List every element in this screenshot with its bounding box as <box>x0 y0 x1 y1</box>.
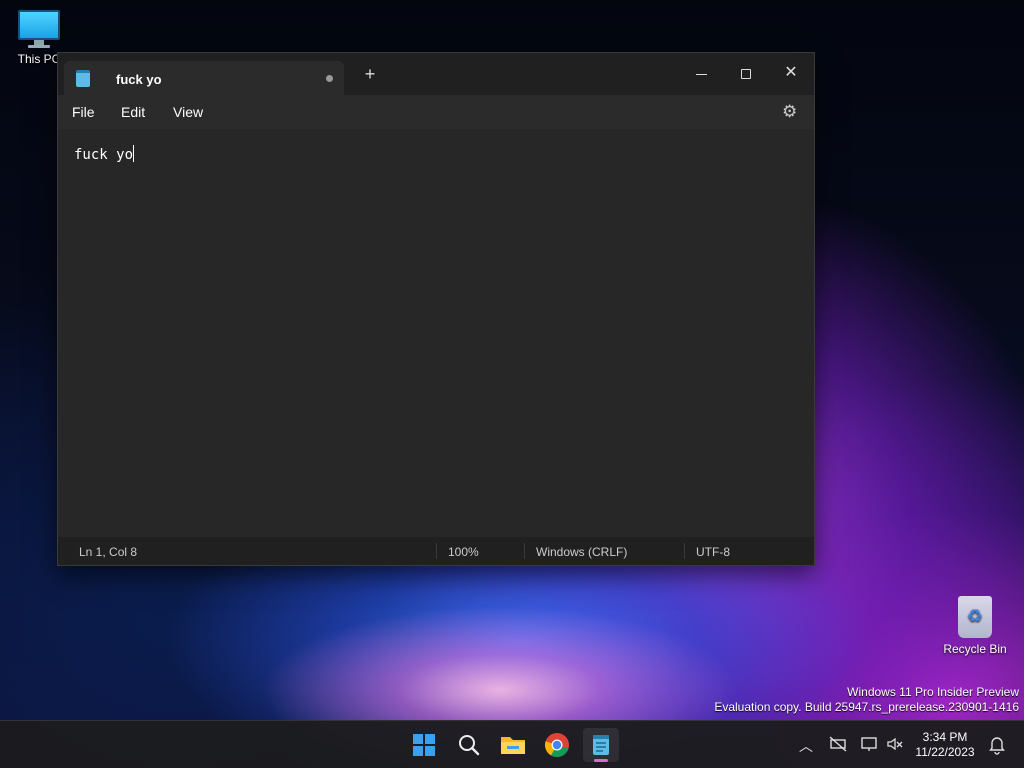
notepad-icon <box>76 70 90 87</box>
zoom-level[interactable]: 100% <box>448 545 479 559</box>
maximize-button[interactable] <box>731 59 761 87</box>
cursor-position: Ln 1, Col 8 <box>79 545 138 559</box>
minimize-button[interactable] <box>686 59 716 87</box>
status-divider <box>524 543 525 559</box>
minimize-icon <box>695 73 707 75</box>
status-divider <box>684 543 685 559</box>
menu-edit[interactable]: Edit <box>121 104 145 120</box>
volume-muted-icon[interactable] <box>885 735 905 753</box>
menu-view[interactable]: View <box>173 104 203 120</box>
search-icon <box>459 735 480 756</box>
notification-bell-icon[interactable] <box>988 735 1006 755</box>
file-explorer-icon <box>501 737 525 754</box>
text-caret <box>133 145 135 162</box>
clock-date: 11/22/2023 <box>915 745 975 759</box>
active-indicator <box>594 759 608 762</box>
recycle-bin-icon <box>958 596 992 638</box>
editor-content[interactable]: fuck yo <box>74 147 133 163</box>
close-icon: ✕ <box>784 64 798 81</box>
watermark-build: Evaluation copy. Build 25947.rs_prerelea… <box>714 700 1019 714</box>
status-bar: Ln 1, Col 8 100% Windows (CRLF) UTF-8 <box>58 537 814 565</box>
file-explorer-button[interactable] <box>495 728 531 762</box>
chrome-icon <box>545 733 569 757</box>
settings-gear-icon[interactable]: ⚙ <box>782 102 797 122</box>
notepad-icon <box>593 735 609 755</box>
title-bar[interactable]: fuck yo + ✕ <box>58 53 814 95</box>
notepad-window: fuck yo + ✕ File Edit View ⚙ fuck yo Ln … <box>57 52 815 566</box>
recycle-bin-desktop-icon[interactable]: Recycle Bin <box>940 596 1010 656</box>
clock-time: 3:34 PM <box>922 730 968 744</box>
system-clock[interactable]: 3:34 PM 11/22/2023 <box>910 730 980 760</box>
new-tab-button[interactable]: + <box>358 65 382 83</box>
text-editor[interactable]: fuck yo <box>58 129 814 537</box>
tab-title: fuck yo <box>116 72 162 87</box>
show-hidden-icons-chevron-up-icon[interactable]: ︿ <box>799 736 813 756</box>
display-icon[interactable] <box>860 735 880 753</box>
close-button[interactable]: ✕ <box>776 59 806 87</box>
menu-bar: File Edit View ⚙ <box>58 95 814 129</box>
notepad-taskbar-button[interactable] <box>583 728 619 762</box>
start-icon <box>413 734 435 756</box>
line-ending[interactable]: Windows (CRLF) <box>536 545 627 559</box>
watermark-edition: Windows 11 Pro Insider Preview <box>847 685 1019 699</box>
maximize-icon <box>741 69 751 80</box>
monitor-icon <box>4 10 74 48</box>
document-tab[interactable]: fuck yo <box>64 61 344 95</box>
menu-file[interactable]: File <box>72 104 95 120</box>
network-disconnected-icon[interactable] <box>828 735 848 753</box>
status-divider <box>436 543 437 559</box>
windows-watermark: Windows 11 Pro Insider Preview Evaluatio… <box>714 685 1019 715</box>
encoding[interactable]: UTF-8 <box>696 545 730 559</box>
chrome-button[interactable] <box>539 728 575 762</box>
unsaved-dot-icon[interactable] <box>326 75 333 82</box>
taskbar: ︿ 3:34 PM 11/22/2023 <box>0 720 1024 768</box>
search-button[interactable] <box>451 728 487 762</box>
start-button[interactable] <box>406 728 442 762</box>
recycle-bin-label: Recycle Bin <box>943 642 1007 656</box>
